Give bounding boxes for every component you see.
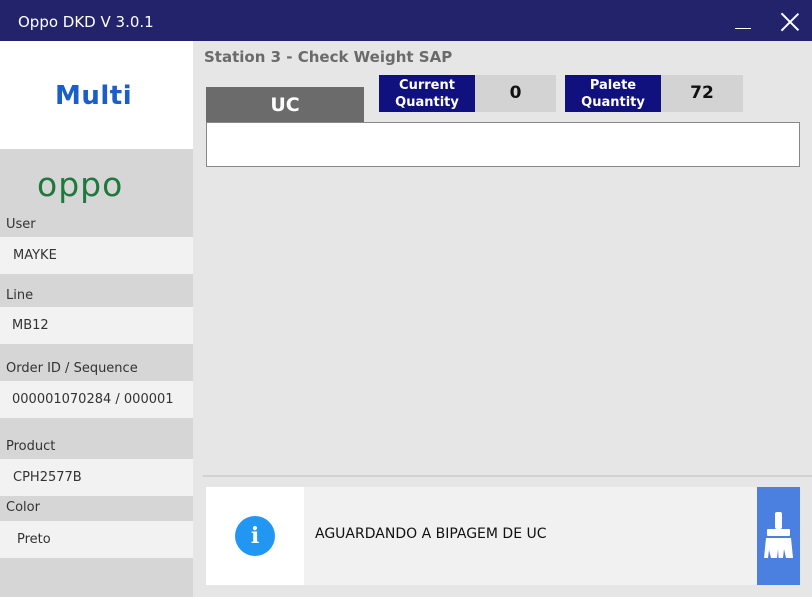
- window-title: Oppo DKD V 3.0.1: [18, 13, 154, 31]
- logo-box: Multi: [0, 41, 193, 149]
- uc-input[interactable]: [206, 122, 800, 167]
- uc-tab[interactable]: UC: [206, 87, 364, 123]
- color-value: Preto: [0, 521, 193, 558]
- title-bar: Oppo DKD V 3.0.1: [0, 0, 812, 41]
- product-label: Product: [6, 439, 56, 454]
- broom-icon: [764, 512, 793, 558]
- palete-quantity-label-line1: Palete: [589, 78, 637, 93]
- palete-quantity-label-line2: Quantity: [581, 95, 645, 110]
- user-value: MAYKE: [0, 237, 193, 274]
- main-panel: Station 3 - Check Weight SAP UC Current …: [193, 41, 812, 597]
- status-icon-box: i: [206, 487, 304, 585]
- current-quantity-value: 0: [475, 75, 556, 112]
- order-value: 000001070284 / 000001: [0, 381, 193, 418]
- divider: [203, 475, 812, 477]
- color-label: Color: [6, 500, 40, 515]
- status-bar: i AGUARDANDO A BIPAGEM DE UC: [206, 487, 800, 585]
- oppo-logo: oppo: [37, 165, 124, 204]
- status-message: AGUARDANDO A BIPAGEM DE UC: [315, 526, 547, 542]
- minimize-icon[interactable]: [732, 12, 754, 32]
- current-quantity-label-line1: Current: [399, 78, 455, 93]
- clear-button[interactable]: [757, 487, 800, 585]
- product-value: CPH2577B: [0, 459, 193, 496]
- info-icon: i: [235, 516, 275, 556]
- multi-logo: Multi: [55, 81, 133, 111]
- palete-quantity-value: 72: [661, 75, 743, 112]
- user-label: User: [6, 217, 36, 232]
- sidebar: Multi oppo User MAYKE Line MB12 Order ID…: [0, 41, 193, 597]
- close-icon[interactable]: [779, 10, 801, 32]
- current-quantity-label: Current Quantity: [379, 75, 475, 112]
- current-quantity-label-line2: Quantity: [395, 95, 459, 110]
- station-title: Station 3 - Check Weight SAP: [204, 48, 453, 66]
- order-label: Order ID / Sequence: [6, 361, 138, 376]
- palete-quantity-label: Palete Quantity: [565, 75, 661, 112]
- line-value: MB12: [0, 307, 193, 344]
- line-label: Line: [6, 288, 34, 303]
